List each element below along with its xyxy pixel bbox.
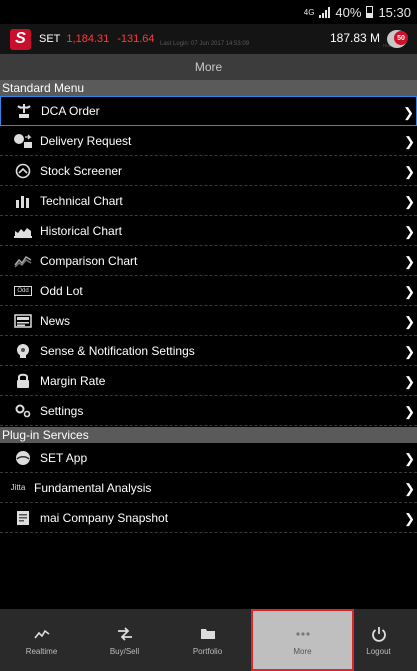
chevron-right-icon: ❯ xyxy=(404,314,415,329)
chevron-right-icon: ❯ xyxy=(404,451,415,466)
dca-icon xyxy=(14,103,34,119)
menu-item-mai-company-snapshot[interactable]: mai Company Snapshot ❯ xyxy=(0,503,417,533)
odd-lot-icon-text: Odd xyxy=(14,285,32,296)
menu-item-delivery-request[interactable]: Delivery Request ❯ xyxy=(0,126,417,156)
tab-realtime[interactable]: Realtime xyxy=(0,609,83,671)
menu-item-sense-notification-settings[interactable]: Sense & Notification Settings ❯ xyxy=(0,336,417,366)
menu-item-stock-screener[interactable]: Stock Screener ❯ xyxy=(0,156,417,186)
menu-item-news[interactable]: News ❯ xyxy=(0,306,417,336)
menu-item-odd-lot[interactable]: Odd Odd Lot ❯ xyxy=(0,276,417,306)
menu-item-label: Stock Screener xyxy=(40,163,123,178)
standard-menu-list: DCA Order ❯ Delivery Request ❯ Stock Scr… xyxy=(0,96,417,426)
menu-item-settings[interactable]: Settings ❯ xyxy=(0,396,417,426)
chevron-right-icon: ❯ xyxy=(404,134,415,149)
chevron-right-icon: ❯ xyxy=(404,511,415,526)
menu-item-label: mai Company Snapshot xyxy=(40,510,169,525)
app-logo: S xyxy=(10,28,31,50)
section-title: Standard Menu xyxy=(2,81,85,95)
bar-chart-icon xyxy=(13,193,33,209)
network-label: 4G xyxy=(303,7,315,17)
section-header-plugin: Plug-in Services xyxy=(0,427,417,443)
buy-sell-icon xyxy=(116,625,134,643)
jitta-icon-text: Jitta xyxy=(10,483,26,492)
tab-buy-sell[interactable]: Buy/Sell xyxy=(83,609,166,671)
section-header-standard: Standard Menu xyxy=(0,80,417,96)
document-icon xyxy=(13,510,33,526)
news-icon xyxy=(13,313,33,329)
section-title: Plug-in Services xyxy=(2,428,89,442)
battery-icon xyxy=(366,6,374,18)
signal-icon xyxy=(319,6,331,18)
gear-icon xyxy=(13,403,33,419)
menu-item-label: Delivery Request xyxy=(40,133,132,148)
chevron-right-icon: ❯ xyxy=(404,224,415,239)
set-app-icon xyxy=(13,450,33,466)
menu-item-fundamental-analysis[interactable]: Jitta Fundamental Analysis ❯ xyxy=(0,473,417,503)
menu-item-label: SET App xyxy=(40,450,88,465)
menu-item-set-app[interactable]: SET App ❯ xyxy=(0,443,417,473)
tab-portfolio[interactable]: Portfolio xyxy=(166,609,249,671)
menu-item-label: Sense & Notification Settings xyxy=(40,343,195,358)
menu-item-dca-order[interactable]: DCA Order ❯ xyxy=(0,96,417,126)
menu-item-label: Settings xyxy=(40,403,84,418)
menu-item-label: DCA Order xyxy=(41,104,100,118)
chevron-right-icon: ❯ xyxy=(404,344,415,359)
tab-label: Logout xyxy=(366,646,391,656)
chevron-right-icon: ❯ xyxy=(404,194,415,209)
delivery-icon xyxy=(13,133,33,149)
jitta-icon: Jitta xyxy=(4,480,32,496)
menu-item-label: Odd Lot xyxy=(40,283,83,298)
menu-item-label: Technical Chart xyxy=(40,193,123,208)
chevron-right-icon: ❯ xyxy=(404,404,415,419)
clock: 15:30 xyxy=(378,4,411,20)
realtime-icon xyxy=(33,625,50,643)
index-change: -131.64 xyxy=(117,33,155,45)
chevron-right-icon: ❯ xyxy=(404,284,415,299)
menu-item-label: Historical Chart xyxy=(40,223,123,238)
odd-lot-icon: Odd xyxy=(13,283,33,299)
notification-badge: 50 xyxy=(394,31,408,45)
chevron-right-icon: ❯ xyxy=(404,481,415,496)
menu-item-label: Fundamental Analysis xyxy=(34,480,152,495)
page-title: More xyxy=(194,60,223,74)
power-icon xyxy=(371,625,387,643)
tab-label: More xyxy=(293,646,312,656)
plugin-menu-list: SET App ❯ Jitta Fundamental Analysis ❯ m… xyxy=(0,443,417,533)
menu-item-comparison-chart[interactable]: Comparison Chart ❯ xyxy=(0,246,417,276)
tab-label: Realtime xyxy=(25,646,58,656)
index-name: SET xyxy=(39,33,61,45)
menu-item-historical-chart[interactable]: Historical Chart ❯ xyxy=(0,216,417,246)
screener-icon xyxy=(13,163,33,179)
tab-label: Buy/Sell xyxy=(109,646,140,656)
portfolio-value: 187.83 M xyxy=(330,31,381,45)
last-login-text: Last Login: 07 Jun 2017 14:53:09 xyxy=(160,41,250,47)
index-ticker: S SET 1,184.31 -131.64 Last Login: 07 Ju… xyxy=(0,24,417,54)
chevron-right-icon: ❯ xyxy=(404,374,415,389)
notification-icon xyxy=(13,343,33,359)
margin-icon xyxy=(13,373,33,389)
comparison-icon xyxy=(13,253,33,269)
chevron-right-icon: ❯ xyxy=(404,254,415,269)
tab-label: Portfolio xyxy=(192,646,223,656)
page-title-bar: More xyxy=(0,54,417,80)
menu-item-label: News xyxy=(40,313,71,328)
tab-more[interactable]: More xyxy=(251,609,354,671)
folder-icon xyxy=(200,625,216,643)
chevron-right-icon: ❯ xyxy=(404,164,415,179)
menu-item-technical-chart[interactable]: Technical Chart ❯ xyxy=(0,186,417,216)
battery-percent: 40% xyxy=(335,4,362,20)
status-bar: 4G 40% 15:30 xyxy=(0,0,417,24)
area-chart-icon xyxy=(13,223,33,239)
menu-item-label: Comparison Chart xyxy=(40,253,138,268)
menu-item-label: Margin Rate xyxy=(40,373,106,388)
tab-logout[interactable]: Logout xyxy=(340,609,417,671)
notification-button[interactable]: 50 xyxy=(387,28,411,50)
index-value: 1,184.31 xyxy=(66,33,110,45)
chevron-right-icon: ❯ xyxy=(403,105,414,120)
more-icon xyxy=(295,625,311,643)
menu-item-margin-rate[interactable]: Margin Rate ❯ xyxy=(0,366,417,396)
bottom-tab-bar: Realtime Buy/Sell Portfolio More Logout xyxy=(0,609,417,671)
